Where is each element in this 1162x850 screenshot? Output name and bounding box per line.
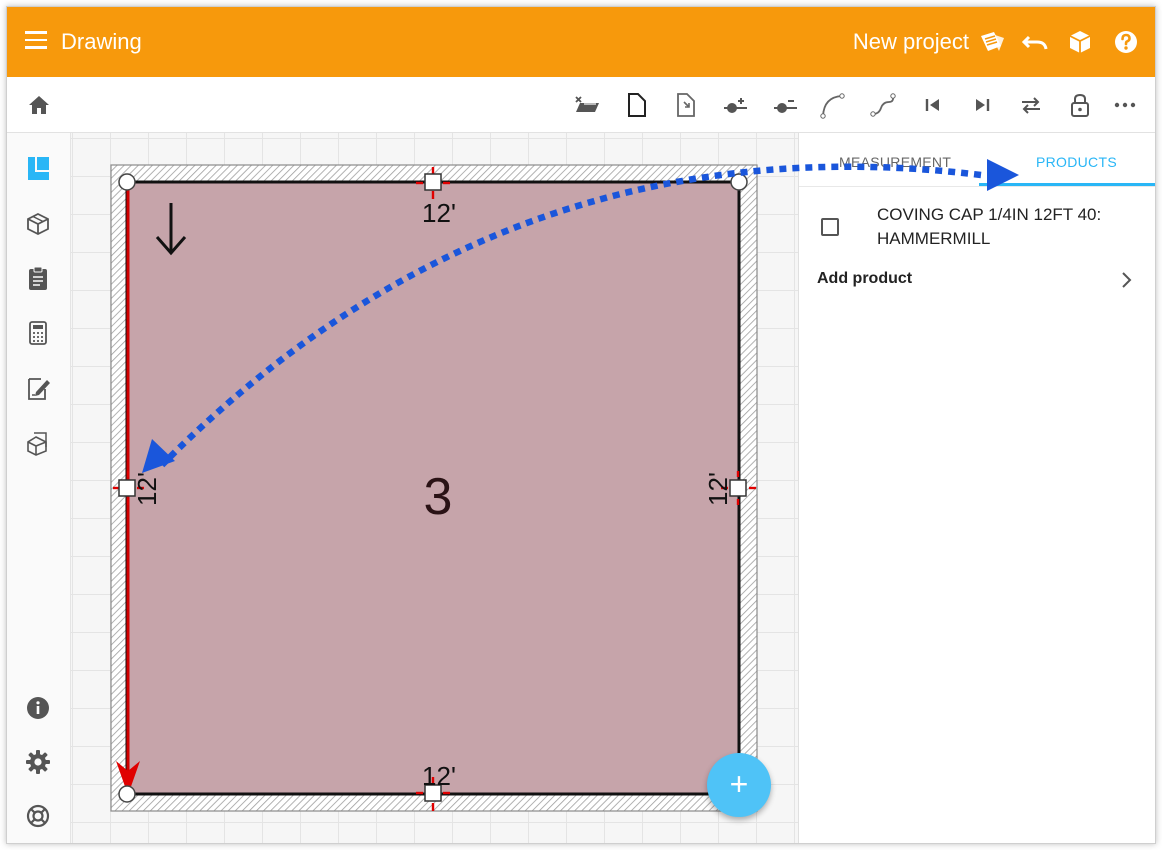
3d-view-icon[interactable] bbox=[1065, 27, 1095, 57]
wall-label-bottom: 12' bbox=[422, 761, 456, 791]
product-name: COVING CAP 1/4IN 12FT 40: HAMMERMILL bbox=[877, 205, 1102, 248]
corner-handle bbox=[118, 173, 136, 191]
add-point-icon[interactable] bbox=[721, 91, 749, 119]
page-title: Drawing bbox=[61, 29, 142, 54]
room-number: 3 bbox=[424, 468, 453, 526]
product-checkbox[interactable] bbox=[821, 218, 839, 236]
properties-panel: MEASUREMENT PRODUCTS COVING CAP 1/4IN 12… bbox=[798, 133, 1155, 843]
app-bar: Drawing New project bbox=[7, 7, 1155, 77]
panel-tabs: MEASUREMENT PRODUCTS bbox=[799, 133, 1155, 187]
more-icon[interactable] bbox=[1111, 91, 1139, 119]
toolbar bbox=[7, 77, 1155, 133]
swap-icon[interactable] bbox=[1017, 91, 1045, 119]
app-window: Drawing New project 12' 12' 12' 12' 3 ME… bbox=[6, 6, 1156, 844]
lock-icon[interactable] bbox=[1066, 91, 1094, 119]
home-icon[interactable] bbox=[25, 91, 53, 119]
corner-handle bbox=[730, 173, 748, 191]
info-icon[interactable] bbox=[25, 695, 51, 721]
project-icon[interactable] bbox=[977, 27, 1007, 57]
wall-label-top: 12' bbox=[422, 198, 456, 228]
calculator-icon[interactable] bbox=[25, 320, 51, 346]
packages-icon[interactable] bbox=[25, 430, 51, 456]
3d-box-icon[interactable] bbox=[25, 211, 51, 237]
midpoint-handle bbox=[424, 173, 442, 191]
add-product-button[interactable]: Add product bbox=[799, 261, 1155, 301]
wall-label-right: 12' bbox=[703, 472, 733, 506]
clear-layer-icon[interactable] bbox=[573, 91, 601, 119]
skip-last-icon[interactable] bbox=[968, 91, 996, 119]
floorplan-icon[interactable] bbox=[25, 155, 51, 181]
wall-label-left: 12' bbox=[132, 472, 162, 506]
tab-products[interactable]: PRODUCTS bbox=[1036, 154, 1117, 170]
add-fab-button[interactable]: + bbox=[707, 753, 771, 817]
support-icon[interactable] bbox=[25, 803, 51, 829]
menu-icon[interactable] bbox=[25, 31, 47, 53]
clipboard-icon[interactable] bbox=[25, 265, 51, 291]
edit-document-icon[interactable] bbox=[25, 375, 51, 401]
curve-icon[interactable] bbox=[819, 91, 847, 119]
project-name-button[interactable]: New project bbox=[853, 29, 969, 55]
tab-measurement[interactable]: MEASUREMENT bbox=[839, 154, 951, 170]
spline-icon[interactable] bbox=[869, 91, 897, 119]
settings-icon[interactable] bbox=[25, 749, 51, 775]
page-fold-icon[interactable] bbox=[672, 91, 700, 119]
help-icon[interactable] bbox=[1111, 27, 1141, 57]
undo-icon[interactable] bbox=[1021, 27, 1051, 57]
page-icon[interactable] bbox=[623, 91, 651, 119]
active-tab-indicator bbox=[979, 183, 1155, 186]
drawing-canvas[interactable]: 12' 12' 12' 12' 3 bbox=[71, 133, 798, 843]
skip-first-icon[interactable] bbox=[919, 91, 947, 119]
list-item: COVING CAP 1/4IN 12FT 40: HAMMERMILL bbox=[799, 201, 1155, 259]
left-sidebar bbox=[7, 133, 71, 843]
corner-handle bbox=[118, 785, 136, 803]
add-product-label: Add product bbox=[817, 270, 913, 287]
remove-point-icon[interactable] bbox=[771, 91, 799, 119]
floorplan-drawing: 12' 12' 12' 12' 3 bbox=[110, 164, 758, 812]
chevron-right-icon bbox=[1119, 271, 1135, 289]
